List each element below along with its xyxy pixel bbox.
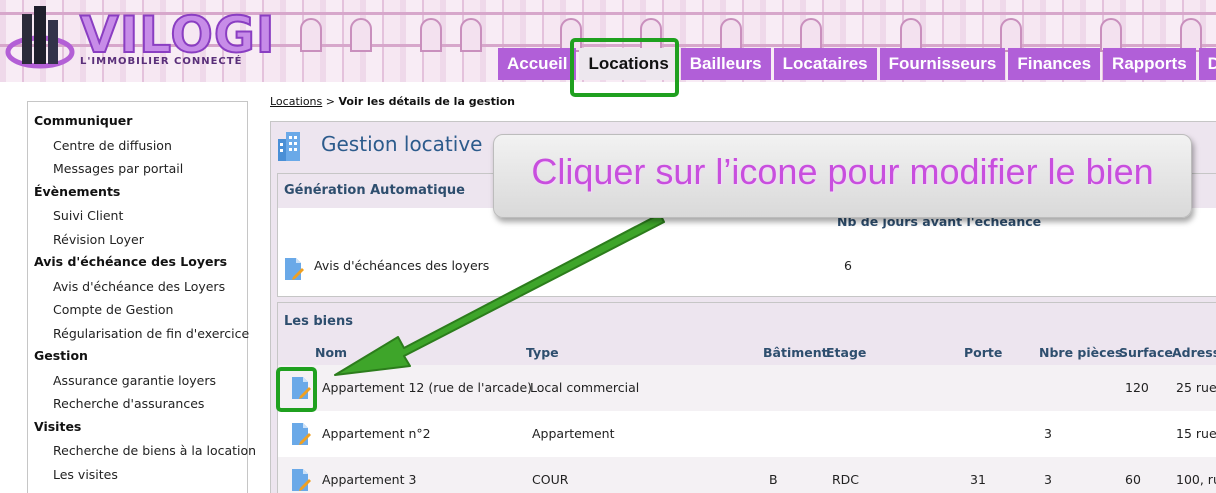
sidebar-section-avis-echeance: Avis d'échéance des Loyers xyxy=(34,254,228,269)
generation-row: Avis d'échéances des loyers 6 xyxy=(278,246,1216,296)
sidebar-item-revision-loyer[interactable]: Révision Loyer xyxy=(28,228,247,252)
building-icon xyxy=(278,132,300,161)
facade-window xyxy=(1100,18,1122,52)
col-adresse[interactable]: Adresse xyxy=(1172,345,1216,360)
les-biens-box: Les biens Nom Type Bâtiment Etage Porte … xyxy=(277,302,1216,493)
vilogi-logo[interactable]: VILOGI L'IMMOBILIER CONNECTÉ xyxy=(0,0,276,80)
biens-table-header: Nom Type Bâtiment Etage Porte Nbre pièce… xyxy=(278,339,1216,365)
tab-rapports[interactable]: Rapports xyxy=(1103,48,1196,80)
tab-finances[interactable]: Finances xyxy=(1008,48,1101,80)
cell-type: COUR xyxy=(532,472,569,487)
sidebar: Communiquer Centre de diffusion Messages… xyxy=(27,101,256,493)
cell-pieces: 3 xyxy=(1044,472,1052,487)
tab-bailleurs[interactable]: Bailleurs xyxy=(680,48,771,80)
cell-porte: 31 xyxy=(970,472,986,487)
sidebar-item-assurance-garantie[interactable]: Assurance garantie loyers xyxy=(28,369,247,393)
tab-accueil[interactable]: Accueil xyxy=(498,48,577,80)
breadcrumb-current: Voir les détails de la gestion xyxy=(338,95,516,108)
tab-more[interactable]: De xyxy=(1198,48,1216,80)
brand-name: VILOGI xyxy=(79,6,276,64)
sidebar-section-visites: Visites xyxy=(34,418,82,434)
cell-adresse: 15 rue xyxy=(1176,426,1216,441)
col-surface[interactable]: Surface xyxy=(1119,345,1173,360)
edit-icon-highlight xyxy=(276,367,317,412)
cell-adresse: 100, ru xyxy=(1176,472,1216,487)
facade-window xyxy=(1000,18,1022,52)
tab-locataires[interactable]: Locataires xyxy=(773,48,877,80)
cell-nom: Appartement 12 (rue de l'arcade) xyxy=(322,380,533,395)
col-type[interactable]: Type xyxy=(526,345,559,360)
facade-window xyxy=(350,18,372,52)
cell-pieces: 3 xyxy=(1044,426,1052,441)
edit-document-icon[interactable] xyxy=(290,468,312,492)
cell-surface: 60 xyxy=(1125,472,1141,487)
brand-tagline: L'IMMOBILIER CONNECTÉ xyxy=(80,56,243,67)
breadcrumb-separator: > xyxy=(325,95,335,108)
generation-row-value: 6 xyxy=(844,258,852,273)
sidebar-item-regularisation[interactable]: Régularisation de fin d'exercice xyxy=(28,322,249,346)
col-batiment[interactable]: Bâtiment xyxy=(763,345,828,360)
facade-window xyxy=(800,18,822,52)
sidebar-item-centre-diffusion[interactable]: Centre de diffusion xyxy=(28,134,247,158)
edit-document-icon[interactable] xyxy=(283,257,305,281)
breadcrumb: Locations > Voir les détails de la gesti… xyxy=(270,95,515,108)
sidebar-item-recherche-biens[interactable]: Recherche de biens à la location xyxy=(28,439,256,463)
sidebar-item-compte-gestion[interactable]: Compte de Gestion xyxy=(28,298,247,322)
table-row[interactable]: Appartement n°2 Appartement 3 15 rue xyxy=(278,411,1216,457)
logo-building-icon xyxy=(5,6,75,69)
sidebar-item-messages-portail[interactable]: Messages par portail xyxy=(28,157,247,181)
sidebar-item-avis-echeance[interactable]: Avis d'échéance des Loyers xyxy=(28,275,247,299)
sidebar-section-communiquer: Communiquer xyxy=(34,113,133,128)
cell-surface: 120 xyxy=(1125,380,1149,395)
generation-row-label: Avis d'échéances des loyers xyxy=(314,258,490,273)
cell-type: Appartement xyxy=(532,426,615,441)
biens-title: Les biens xyxy=(284,314,353,329)
facade-window xyxy=(460,18,482,52)
facade-window xyxy=(720,18,742,52)
sidebar-item-recherche-assurances[interactable]: Recherche d'assurances xyxy=(28,392,247,416)
col-etage[interactable]: Etage xyxy=(826,345,866,360)
col-nbre-pieces[interactable]: Nbre pièces xyxy=(1039,345,1122,360)
table-row[interactable]: Appartement 12 (rue de l'arcade) Local c… xyxy=(278,365,1216,411)
breadcrumb-link-locations[interactable]: Locations xyxy=(270,95,322,108)
instruction-callout: Cliquer sur l’icone pour modifier le bie… xyxy=(493,134,1192,218)
sidebar-section-gestion: Gestion xyxy=(34,348,88,363)
col-porte[interactable]: Porte xyxy=(964,345,1002,360)
facade-window xyxy=(1180,18,1202,52)
table-row[interactable]: Appartement 3 COUR B RDC 31 3 60 100, ru xyxy=(278,457,1216,493)
facade-window xyxy=(900,18,922,52)
cell-adresse: 25 rue xyxy=(1176,380,1216,395)
sidebar-section-evenements: Évènements xyxy=(34,183,121,199)
callout-text: Cliquer sur l’icone pour modifier le bie… xyxy=(531,151,1154,192)
tab-fournisseurs[interactable]: Fournisseurs xyxy=(879,48,1006,80)
cell-nom: Appartement n°2 xyxy=(322,426,431,441)
cell-etage: RDC xyxy=(832,472,860,487)
sidebar-item-les-visites[interactable]: Les visites xyxy=(28,463,247,487)
locations-tab-highlight xyxy=(570,38,679,97)
edit-document-icon[interactable] xyxy=(290,422,312,446)
cell-type: Local commercial xyxy=(530,380,640,395)
cell-nom: Appartement 3 xyxy=(322,472,417,487)
facade-window xyxy=(300,18,322,52)
sidebar-item-suivi-client[interactable]: Suivi Client xyxy=(28,204,247,228)
panel-title: Gestion locative xyxy=(321,132,483,156)
cell-batiment: B xyxy=(769,472,778,487)
facade-window xyxy=(420,18,442,52)
col-nom[interactable]: Nom xyxy=(315,345,347,360)
